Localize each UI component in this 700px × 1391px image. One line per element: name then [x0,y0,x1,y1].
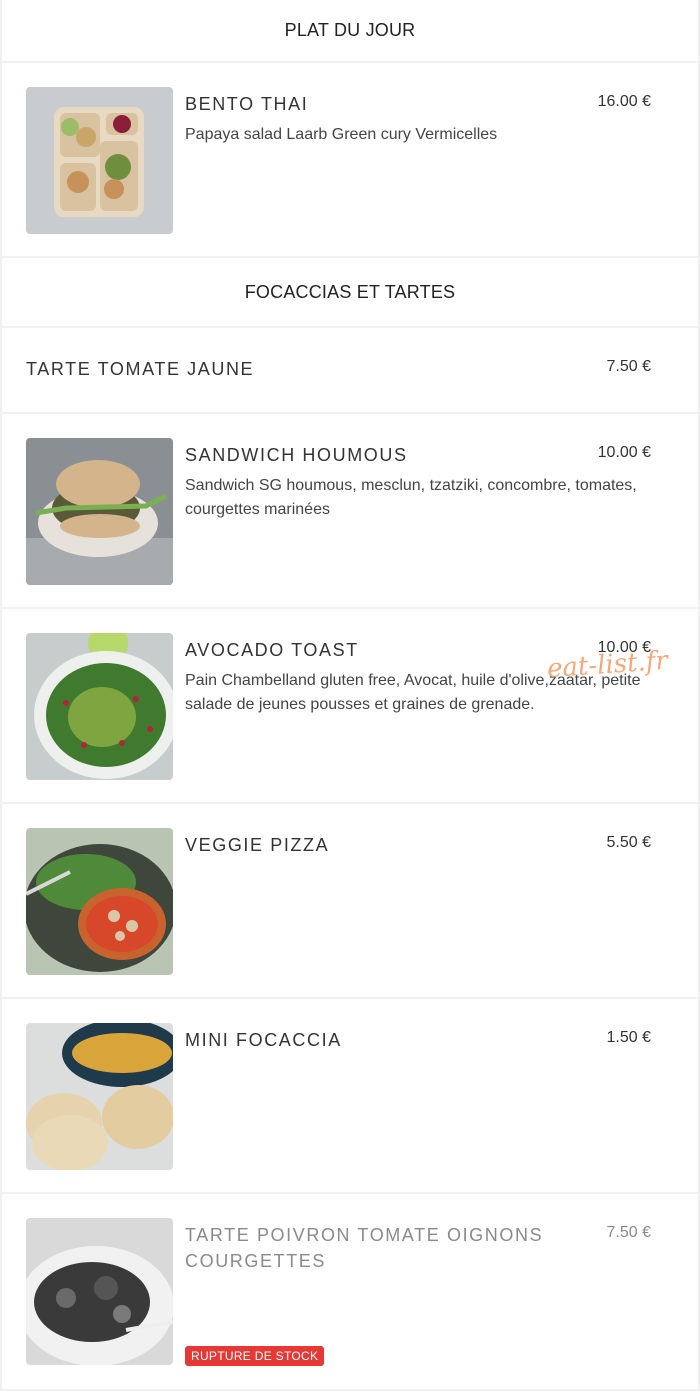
item-name: SANDWICH HOUMOUS [185,445,408,465]
menu-item-mini-focaccia[interactable]: MINI FOCACCIA 1.50 € [2,999,698,1192]
pizza-photo[interactable] [26,828,173,975]
section-header-plat-du-jour: PLAT DU JOUR [2,0,698,61]
item-name: MINI FOCACCIA [185,1030,342,1050]
section-header-focaccias-et-tartes: FOCACCIAS ET TARTES [2,258,698,326]
menu-item-avocado-toast[interactable]: AVOCADO TOAST 10.00 € Pain Chambelland g… [2,609,698,802]
item-price: 7.50 € [606,358,651,375]
section-title: FOCACCIAS ET TARTES [244,281,456,302]
menu-item-tarte-poivron[interactable]: TARTE POIVRON TOMATE OIGNONS COURGETTES … [2,1194,698,1389]
menu-item-bento-thai[interactable]: BENTO THAI 16.00 € Papaya salad Laarb Gr… [2,63,698,256]
item-name: AVOCADO TOAST [185,640,359,660]
item-price: 7.50 € [606,1224,651,1241]
menu-item-veggie-pizza[interactable]: VEGGIE PIZZA 5.50 € [2,804,698,997]
item-price: 1.50 € [606,1029,651,1046]
menu-item-sandwich-houmous[interactable]: SANDWICH HOUMOUS 10.00 € Sandwich SG hou… [2,414,698,607]
section-title: PLAT DU JOUR [284,20,416,40]
item-name: BENTO THAI [185,94,309,114]
bento-photo[interactable] [26,87,173,234]
sandwich-photo[interactable] [26,438,173,585]
item-name: TARTE TOMATE JAUNE [26,359,255,379]
item-description: Papaya salad Laarb Green cury Vermicelle… [185,126,498,143]
item-description: Sandwich SG houmous, mesclun, tzatziki, … [185,477,637,518]
out-of-stock-badge: RUPTURE DE STOCK [185,1346,325,1366]
item-name: TARTE POIVRON TOMATE OIGNONS COURGETTES [185,1225,544,1271]
menu-page: PLAT DU JOUR BENTO THAI 16.00 € Papaya s… [2,0,698,1391]
focaccia-photo[interactable] [26,1023,173,1170]
avocado-toast-photo[interactable] [26,633,173,780]
item-name: VEGGIE PIZZA [185,835,330,855]
item-price: 10.00 € [597,444,651,461]
item-price: 16.00 € [597,93,651,110]
tarte-photo[interactable] [26,1218,173,1365]
menu-item-tarte-tomate-jaune[interactable]: TARTE TOMATE JAUNE 7.50 € [2,328,698,412]
item-price: 5.50 € [606,834,651,851]
